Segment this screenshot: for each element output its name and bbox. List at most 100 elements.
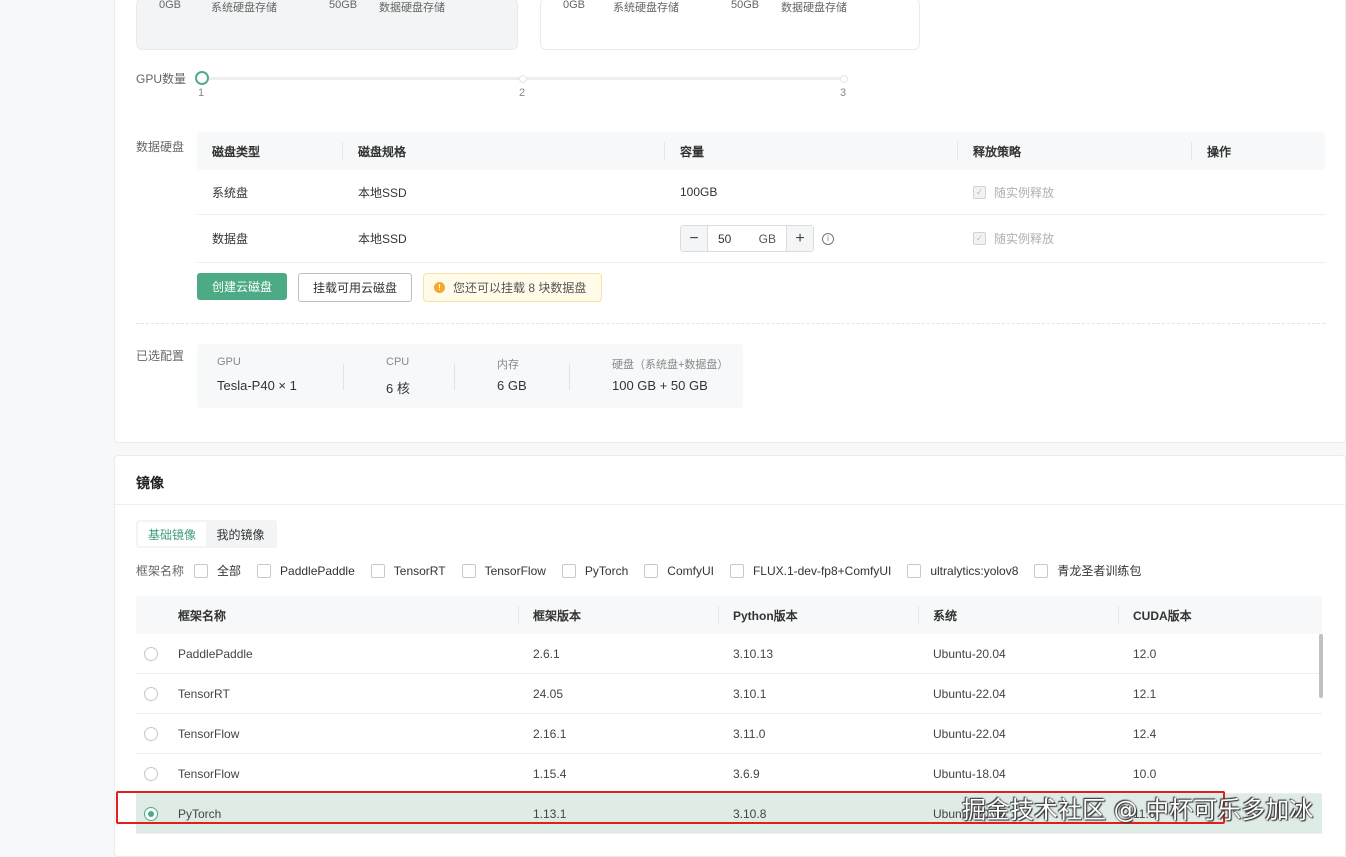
checkbox[interactable]	[561, 563, 576, 578]
column-header: 容量	[680, 144, 705, 159]
divider	[136, 323, 1325, 324]
release-policy-label: 随实例释放	[994, 232, 1055, 246]
column-header: CUDA版本	[1133, 608, 1192, 623]
watermark: 掘金技术社区 @ 中杯可乐多加冰	[962, 796, 1314, 824]
tab-my-image[interactable]: 我的镜像	[206, 522, 275, 546]
filter-flux[interactable]: FLUX.1-dev-fp8+ComfyUI	[729, 563, 891, 578]
column-header: 框架版本	[533, 608, 582, 623]
config-value-memory: 6 GB	[497, 378, 527, 393]
table-row: 系统盘 本地SSD 100GB ✓ 随实例释放	[197, 170, 1325, 215]
column-header: Python版本	[733, 608, 798, 623]
framework-version: 2.6.1	[533, 646, 560, 661]
framework-version: 2.16.1	[533, 726, 567, 741]
checkbox[interactable]	[729, 563, 744, 578]
table-row: 数据盘 本地SSD − 50 GB + i ✓ 随实例释放	[197, 215, 1325, 263]
gpu-count-slider-handle[interactable]	[195, 71, 209, 85]
cuda-version: 12.4	[1133, 726, 1157, 741]
config-key-memory: 内存	[497, 359, 519, 371]
decrement-button[interactable]: −	[681, 226, 707, 251]
release-policy: ✓ 随实例释放	[973, 215, 1054, 262]
divider	[115, 504, 1345, 505]
disk-spec: 本地SSD	[358, 185, 407, 200]
config-value-gpu: Tesla-P40 × 1	[217, 378, 297, 393]
system-disk-label: 系统硬盘存储	[613, 2, 679, 14]
column-header: 磁盘类型	[212, 144, 261, 159]
row-radio[interactable]	[144, 714, 158, 753]
filter-label-text: 全部	[217, 564, 242, 578]
storage-summary-card: 0GB 系统硬盘存储 50GB 数据硬盘存储	[136, 0, 518, 50]
table-row[interactable]: TensorFlow 1.15.4 3.6.9 Ubuntu-18.04 10.…	[136, 754, 1322, 794]
row-radio[interactable]	[144, 634, 158, 673]
filter-ultralytics[interactable]: ultralytics:yolov8	[907, 563, 1019, 578]
notice-text: 您还可以挂载 8 块数据盘	[453, 281, 587, 295]
filter-label-text: ultralytics:yolov8	[930, 563, 1019, 578]
filter-label-text: PaddlePaddle	[280, 563, 355, 578]
table-row[interactable]: TensorRT 24.05 3.10.1 Ubuntu-22.04 12.1	[136, 674, 1322, 714]
filter-qinglong[interactable]: 青龙圣者训练包	[1034, 562, 1141, 579]
table-row[interactable]: TensorFlow 2.16.1 3.11.0 Ubuntu-22.04 12…	[136, 714, 1322, 754]
slider-tick-label: 1	[198, 87, 205, 99]
gpu-count-label: GPU数量	[136, 72, 187, 86]
framework-name: TensorFlow	[178, 726, 240, 741]
system-disk-size: 0GB	[563, 0, 586, 11]
section-title: 镜像	[136, 475, 164, 491]
capacity-input[interactable]: 50 GB	[707, 226, 787, 251]
capacity-stepper: − 50 GB +	[680, 225, 814, 252]
filter-pytorch[interactable]: PyTorch	[561, 563, 628, 578]
table-row[interactable]: PaddlePaddle 2.6.1 3.10.13 Ubuntu-20.04 …	[136, 634, 1322, 674]
checkbox[interactable]	[1034, 563, 1049, 578]
filter-tensorflow[interactable]: TensorFlow	[461, 563, 546, 578]
framework-version: 24.05	[533, 686, 564, 701]
release-policy-label: 随实例释放	[994, 185, 1055, 200]
checkbox[interactable]	[370, 563, 385, 578]
filter-comfyui[interactable]: ComfyUI	[644, 563, 714, 578]
checkbox[interactable]	[461, 563, 476, 578]
table-scrollbar[interactable]	[1319, 634, 1323, 698]
storage-summary-card: 0GB 系统硬盘存储 50GB 数据硬盘存储	[540, 0, 920, 50]
slider-tick-label: 2	[519, 87, 526, 99]
os-version: Ubuntu-20.04	[933, 646, 1006, 661]
image-tabs: 基础镜像 我的镜像	[136, 520, 277, 548]
data-disk-label: 数据硬盘	[136, 140, 185, 154]
table-header: 磁盘类型 磁盘规格 容量 释放策略 操作	[197, 132, 1325, 170]
mount-cloud-disk-button[interactable]: 挂载可用云磁盘	[298, 273, 412, 302]
slider-tick-label: 3	[840, 87, 847, 99]
row-radio[interactable]	[144, 754, 158, 793]
cuda-version: 12.1	[1133, 686, 1157, 701]
row-radio[interactable]	[144, 674, 158, 713]
tab-base-image[interactable]: 基础镜像	[138, 522, 206, 546]
checkbox[interactable]	[907, 563, 922, 578]
cuda-version: 10.0	[1133, 766, 1157, 781]
data-disk-size: 50GB	[731, 0, 760, 11]
checkbox[interactable]	[257, 563, 272, 578]
config-value-cpu: 6 核	[386, 381, 410, 396]
filter-label-text: TensorFlow	[484, 563, 546, 578]
increment-button[interactable]: +	[787, 226, 813, 251]
slider-tick[interactable]	[840, 75, 848, 83]
filter-all[interactable]: 全部	[194, 562, 241, 579]
filter-paddlepaddle[interactable]: PaddlePaddle	[257, 563, 355, 578]
system-disk-label: 系统硬盘存储	[211, 2, 277, 14]
config-key-cpu: CPU	[386, 356, 410, 368]
disk-spec: 本地SSD	[358, 232, 407, 246]
disk-capacity: 100GB	[680, 185, 718, 199]
capacity-value: 50	[718, 231, 732, 246]
filter-tensorrt[interactable]: TensorRT	[370, 563, 446, 578]
column-header: 磁盘规格	[358, 144, 407, 159]
slider-tick[interactable]	[519, 75, 527, 83]
info-icon[interactable]: i	[822, 232, 834, 245]
checkbox[interactable]	[644, 563, 659, 578]
release-policy: ✓ 随实例释放	[973, 170, 1054, 214]
gpu-count-slider-track[interactable]	[201, 75, 848, 83]
selected-config-label: 已选配置	[136, 349, 185, 363]
selected-config-summary: GPU Tesla-P40 × 1 CPU 6 核 内存 6 GB 硬盘（系统盘…	[197, 344, 743, 408]
column-header: 系统	[933, 608, 958, 623]
framework-version: 1.15.4	[533, 766, 567, 781]
disk-type: 数据盘	[212, 232, 249, 246]
data-disk-size: 50GB	[329, 0, 358, 11]
disk-type: 系统盘	[212, 185, 249, 200]
create-cloud-disk-button[interactable]: 创建云磁盘	[197, 273, 287, 300]
checkbox[interactable]	[194, 563, 209, 578]
filter-label: 框架名称	[136, 564, 185, 578]
data-disk-label: 数据硬盘存储	[781, 2, 847, 14]
